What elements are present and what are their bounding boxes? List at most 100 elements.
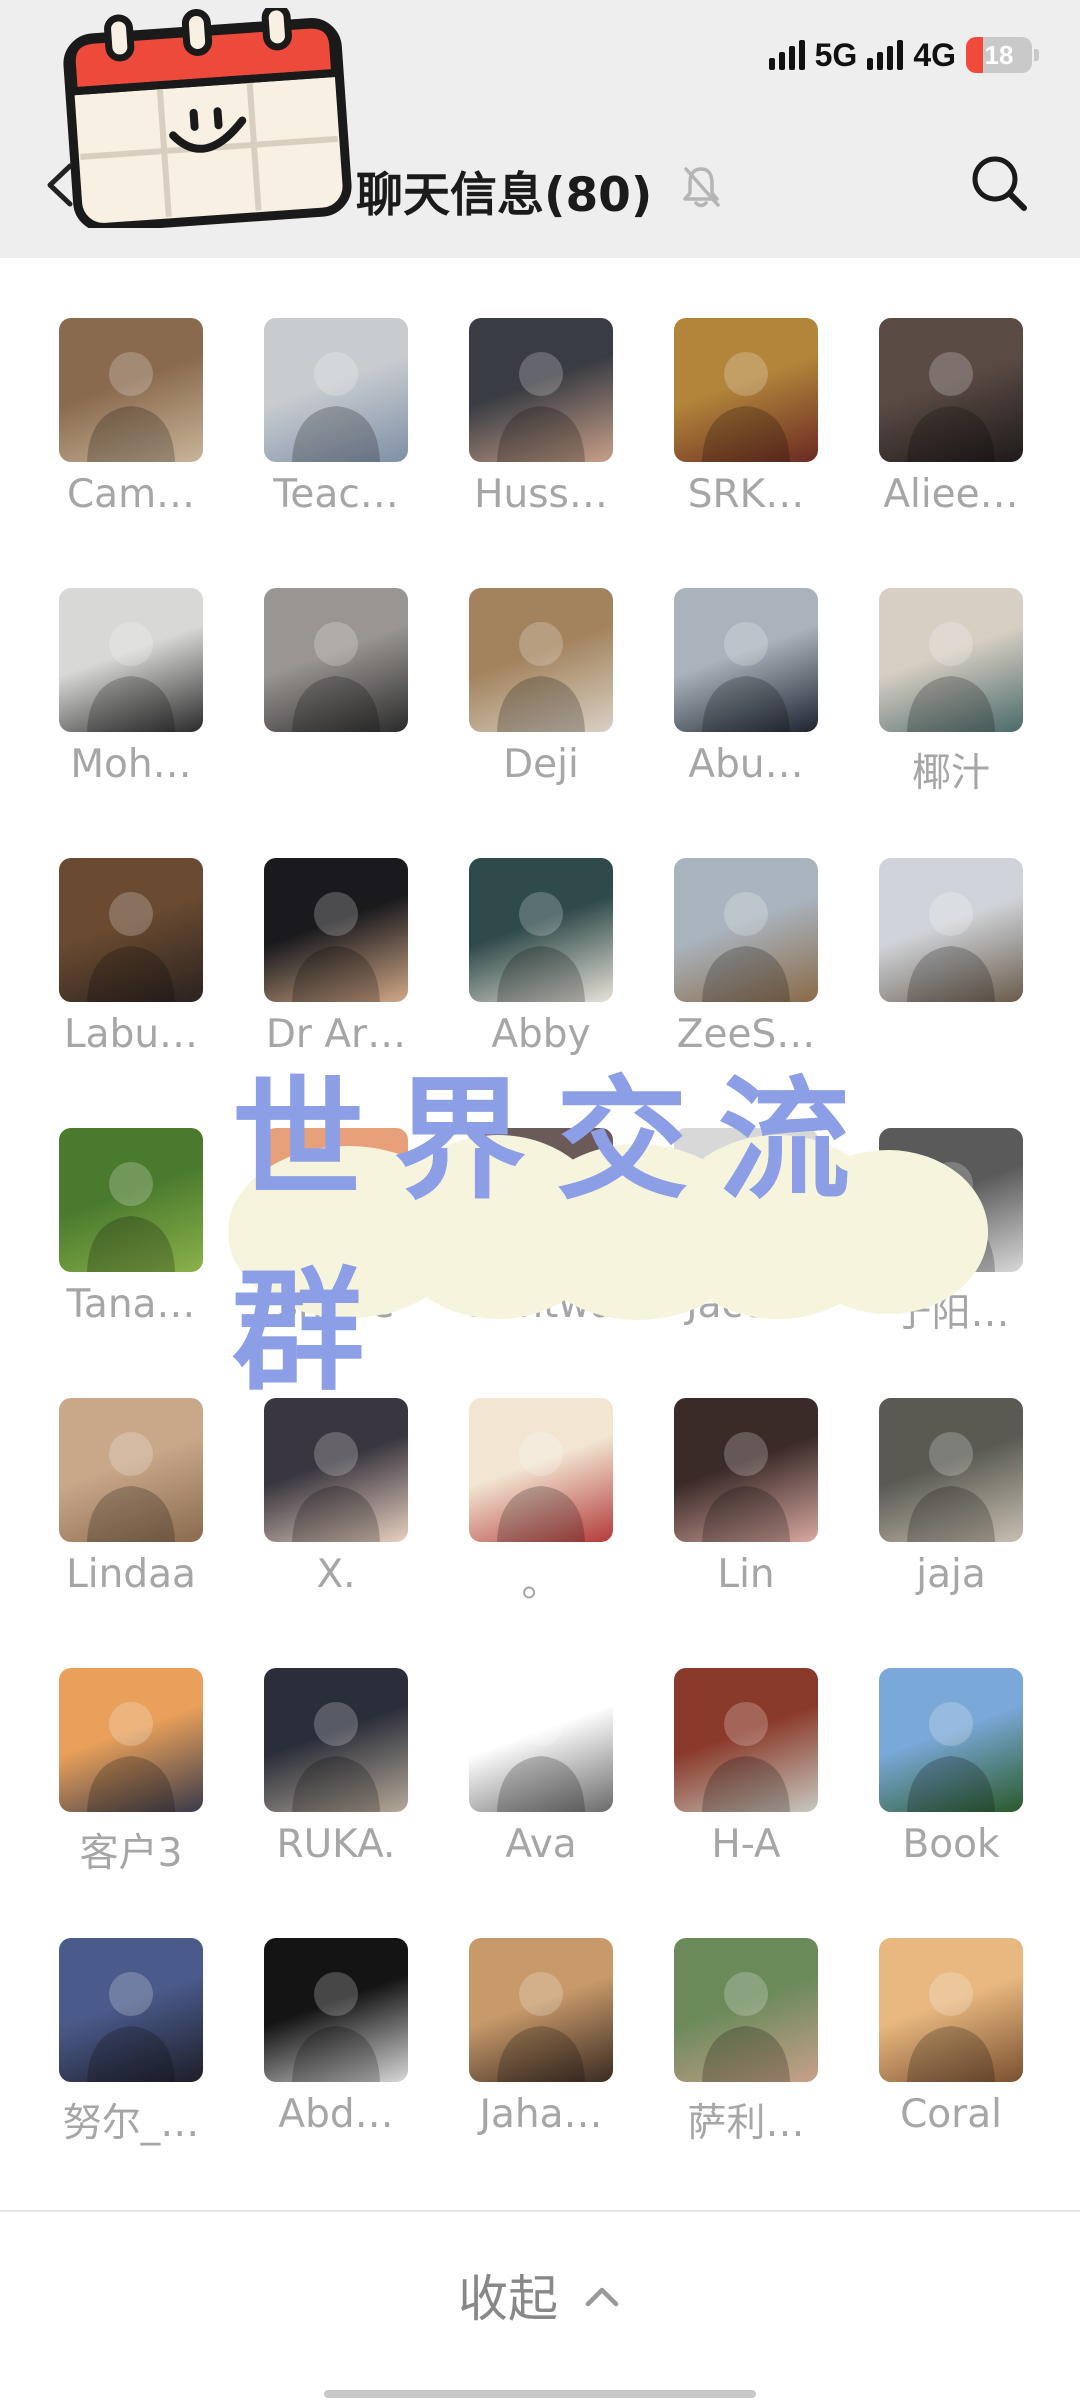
- member-name: Teac…: [273, 472, 399, 517]
- avatar-person-icon: [87, 892, 175, 1002]
- collapse-button[interactable]: 收起: [0, 2240, 1080, 2350]
- avatar-person-icon: [87, 1972, 175, 2082]
- avatar-person-icon: [702, 1972, 790, 2082]
- avatar-person-icon: [702, 1702, 790, 1812]
- top-header: 5G 4G 18 聊天信息(80): [0, 0, 1080, 258]
- avatar-person-icon: [702, 1432, 790, 1542]
- signal-icon-2: [867, 40, 904, 70]
- member-item[interactable]: Tana…: [59, 1128, 203, 1327]
- avatar-person-icon: [907, 1702, 995, 1812]
- member-item[interactable]: Jaha…: [469, 1938, 613, 2137]
- member-item[interactable]: X.: [264, 1398, 408, 1597]
- muted-bell-icon: [683, 167, 720, 208]
- avatar-person-icon: [87, 622, 175, 732]
- battery-icon: 18: [966, 37, 1039, 73]
- member-item[interactable]: Abd…: [264, 1938, 408, 2137]
- member-name: Cam…: [66, 472, 196, 517]
- signal-icon: [768, 40, 805, 70]
- member-name: H-A: [711, 1822, 781, 1867]
- member-name: Huss…: [474, 472, 608, 517]
- member-name: RUKA.: [276, 1822, 396, 1867]
- avatar-person-icon: [292, 622, 380, 732]
- group-banner-text: 世界交流群: [232, 1064, 880, 1409]
- avatar: [879, 588, 1023, 732]
- member-item[interactable]: [264, 588, 408, 732]
- avatar: [59, 588, 203, 732]
- avatar: [674, 1938, 818, 2082]
- avatar: [469, 1398, 613, 1542]
- avatar: [264, 318, 408, 462]
- page-title: 聊天信息(80): [356, 167, 653, 223]
- avatar: [879, 1398, 1023, 1542]
- member-name: 。: [521, 1561, 561, 1606]
- member-name: Abu…: [688, 742, 804, 787]
- avatar-person-icon: [907, 622, 995, 732]
- member-name: Tana…: [66, 1282, 196, 1327]
- member-item[interactable]: 萨利…: [674, 1938, 818, 2146]
- member-name: Lin: [717, 1552, 775, 1597]
- avatar: [674, 318, 818, 462]
- avatar-person-icon: [87, 352, 175, 462]
- avatar: [674, 588, 818, 732]
- member-item[interactable]: Huss…: [469, 318, 613, 517]
- member-name: Lindaa: [66, 1552, 196, 1597]
- member-item[interactable]: Moh…: [59, 588, 203, 787]
- collapse-label: 收起: [458, 2270, 558, 2328]
- member-item[interactable]: H-A: [674, 1668, 818, 1867]
- member-item[interactable]: Teac…: [264, 318, 408, 517]
- member-name: X.: [316, 1552, 356, 1597]
- avatar: [879, 858, 1023, 1002]
- member-item[interactable]: SRK…: [674, 318, 818, 517]
- member-item[interactable]: Coral: [879, 1938, 1023, 2137]
- member-item[interactable]: Abby: [469, 858, 613, 1057]
- member-item[interactable]: RUKA.: [264, 1668, 408, 1867]
- member-item[interactable]: Labu…: [59, 858, 203, 1057]
- avatar: [264, 588, 408, 732]
- member-item[interactable]: 椰汁: [879, 588, 1023, 796]
- avatar-person-icon: [292, 352, 380, 462]
- member-name: 客户3: [79, 1831, 183, 1876]
- member-item[interactable]: Lindaa: [59, 1398, 203, 1597]
- member-item[interactable]: Cam…: [59, 318, 203, 517]
- member-item[interactable]: 。: [469, 1398, 613, 1606]
- member-item[interactable]: jaja: [879, 1398, 1023, 1597]
- avatar-person-icon: [292, 892, 380, 1002]
- avatar: [59, 318, 203, 462]
- member-item[interactable]: ZeeS…: [674, 858, 818, 1057]
- status-bar: 5G 4G 18: [768, 30, 1039, 80]
- member-item[interactable]: 努尔_…: [59, 1938, 203, 2146]
- chevron-up-icon: [585, 2287, 619, 2307]
- member-item[interactable]: Abu…: [674, 588, 818, 787]
- member-item[interactable]: [879, 858, 1023, 1002]
- member-item[interactable]: Ava: [469, 1668, 613, 1867]
- member-name: Deji: [503, 742, 579, 787]
- avatar-person-icon: [497, 1972, 585, 2082]
- avatar-person-icon: [907, 1972, 995, 2082]
- member-item[interactable]: Dr Ar…: [264, 858, 408, 1057]
- member-name: Coral: [900, 2092, 1002, 2137]
- avatar-person-icon: [907, 892, 995, 1002]
- member-item[interactable]: Lin: [674, 1398, 818, 1597]
- member-item[interactable]: Book: [879, 1668, 1023, 1867]
- member-item[interactable]: Aliee…: [879, 318, 1023, 517]
- network-label-1: 5G: [814, 36, 858, 73]
- search-icon[interactable]: [968, 152, 1030, 214]
- member-item[interactable]: Deji: [469, 588, 613, 787]
- member-name: jaja: [916, 1552, 986, 1597]
- avatar: [469, 1668, 613, 1812]
- avatar: [59, 858, 203, 1002]
- avatar-person-icon: [87, 1702, 175, 1812]
- avatar: [469, 318, 613, 462]
- avatar-person-icon: [497, 1432, 585, 1542]
- avatar: [879, 1938, 1023, 2082]
- avatar-person-icon: [87, 1432, 175, 1542]
- avatar: [674, 1398, 818, 1542]
- avatar: [469, 588, 613, 732]
- avatar-person-icon: [907, 352, 995, 462]
- avatar: [674, 1668, 818, 1812]
- avatar: [264, 858, 408, 1002]
- avatar: [879, 1668, 1023, 1812]
- member-name: 努尔_…: [62, 2101, 200, 2146]
- member-name: Jaha…: [479, 2092, 603, 2137]
- member-item[interactable]: 客户3: [59, 1668, 203, 1876]
